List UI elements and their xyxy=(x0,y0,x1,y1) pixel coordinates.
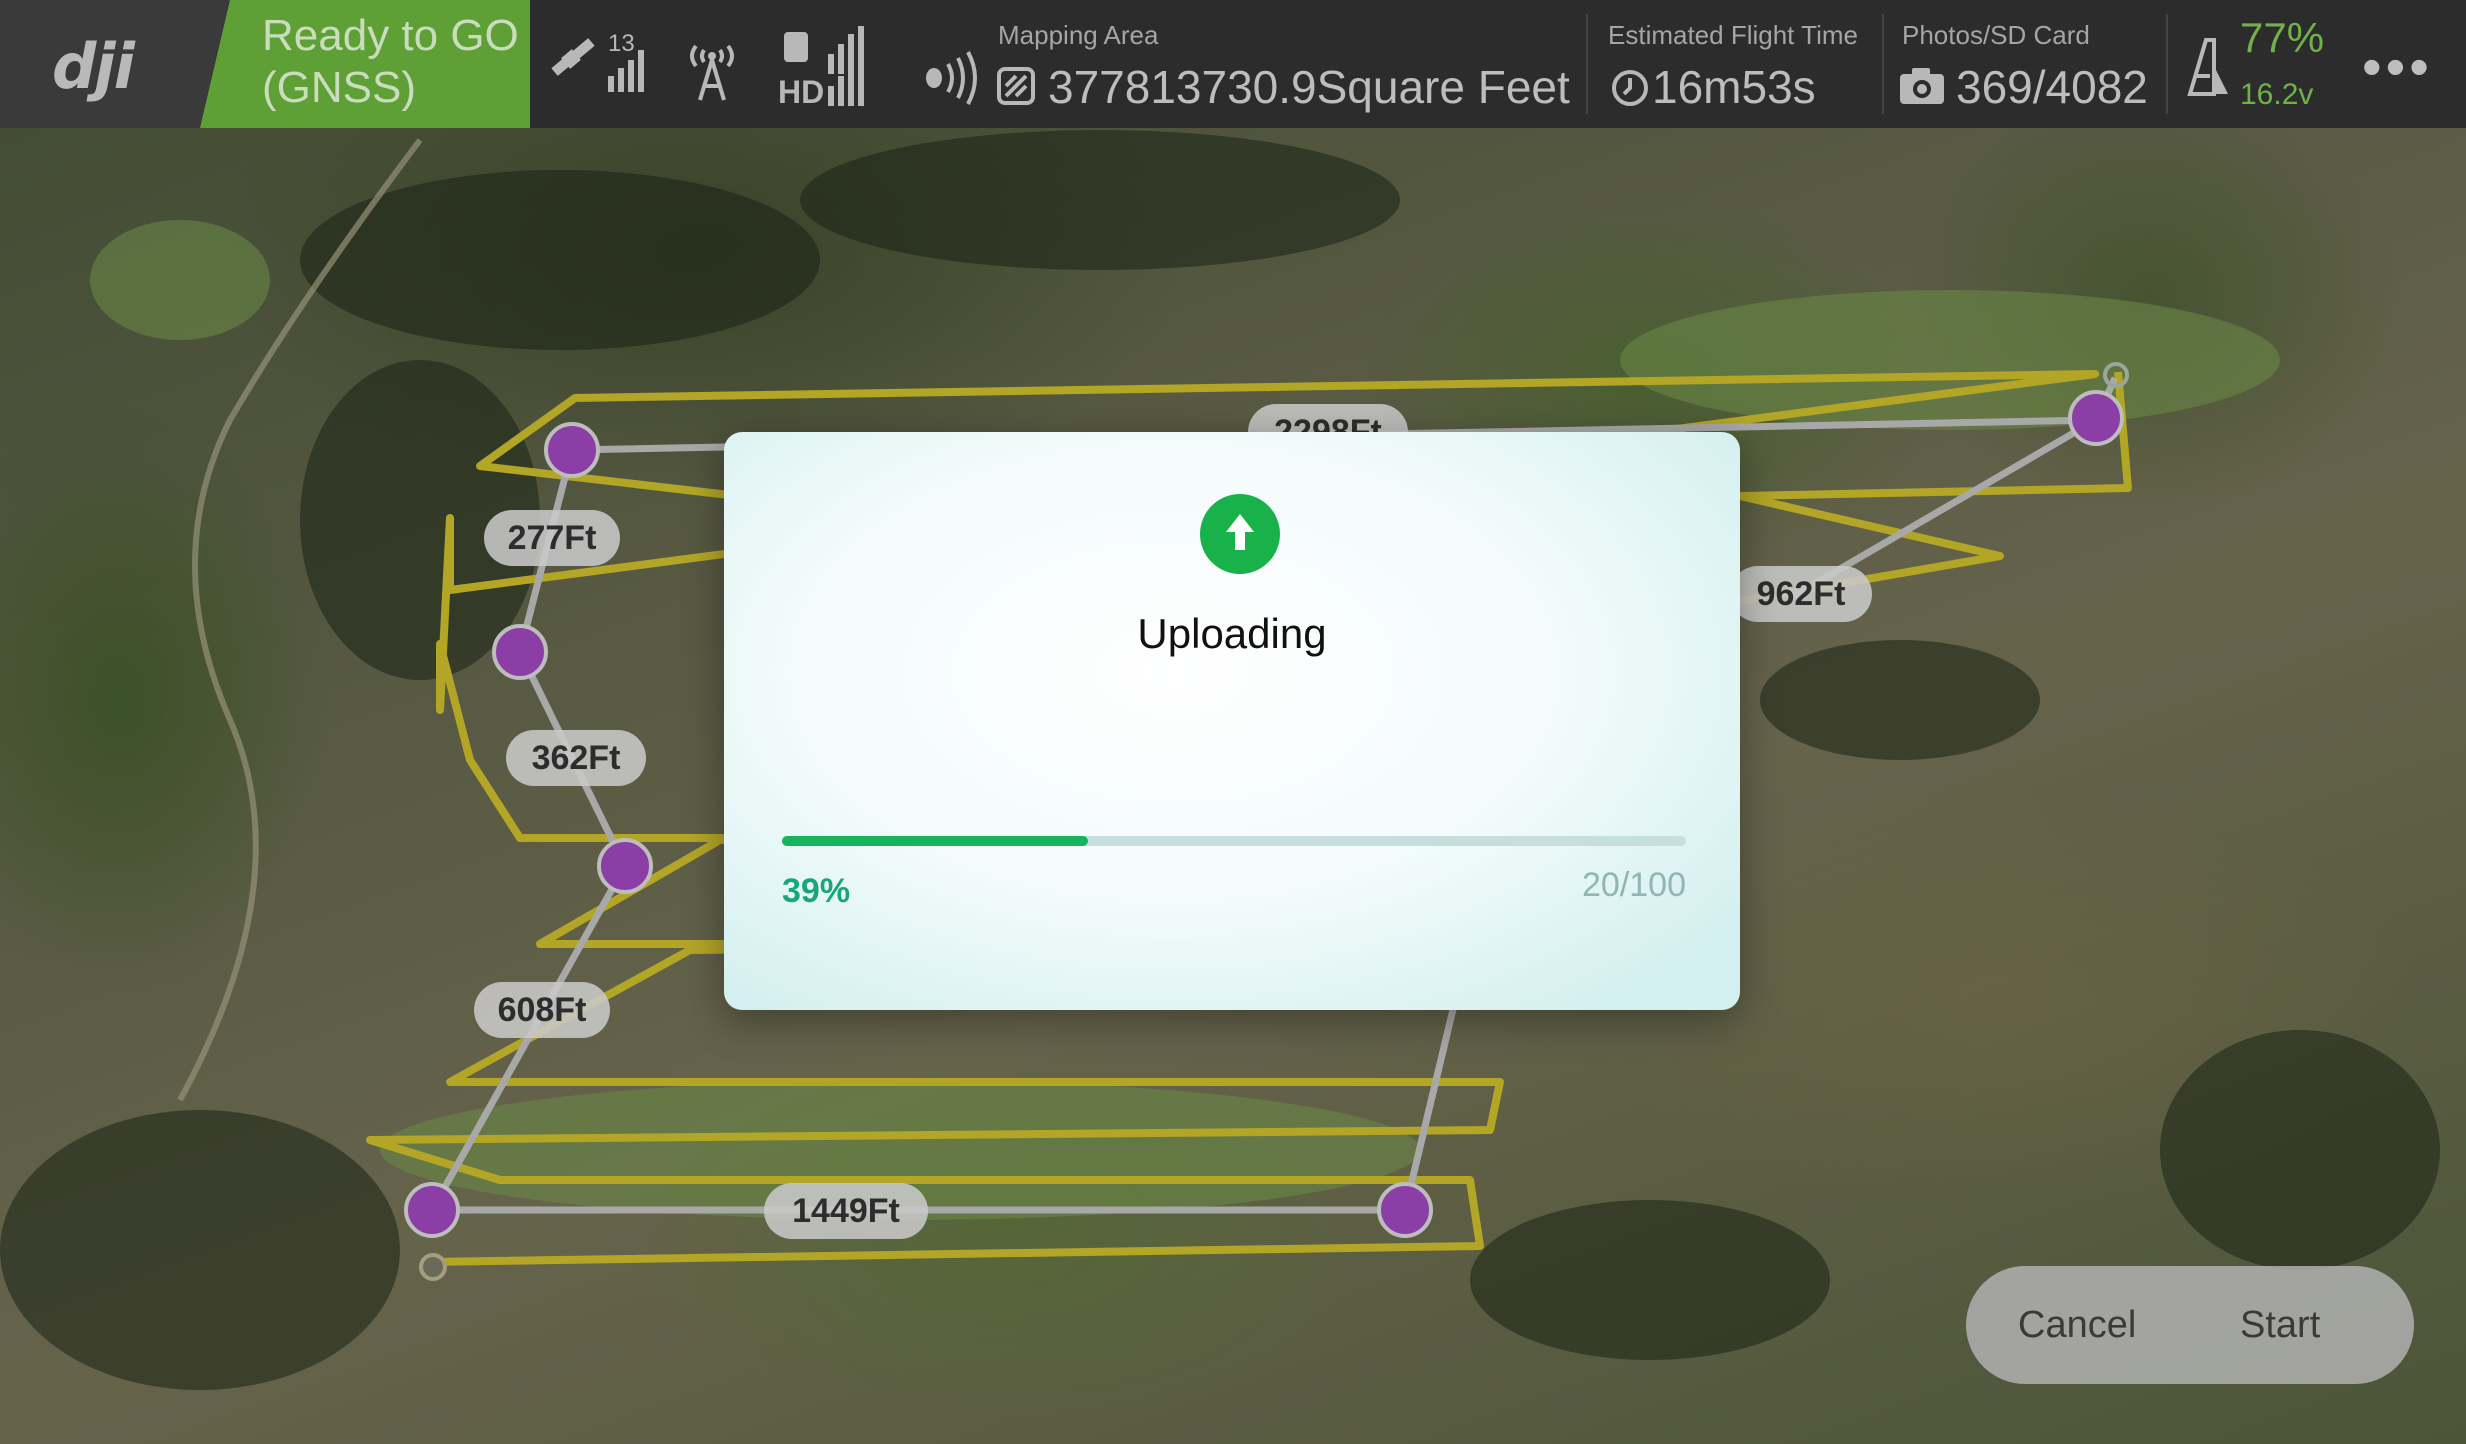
waypoint[interactable] xyxy=(2068,390,2124,446)
satellite-count: 13 xyxy=(608,30,635,57)
upload-icon xyxy=(1200,494,1280,574)
upload-dialog: Uploading 39% 20/100 xyxy=(724,432,1740,1010)
start-button[interactable]: Start xyxy=(2240,1266,2320,1384)
flight-status-line2: (GNSS) xyxy=(262,63,416,112)
photos-value: 369/4082 xyxy=(1956,61,2148,113)
waypoint-start-marker[interactable] xyxy=(2103,362,2129,388)
photos-caption: Photos/SD Card xyxy=(1902,20,2090,50)
flight-status-line1: Ready to GO xyxy=(262,11,519,60)
topbar-divider xyxy=(1882,14,1884,114)
topbar-divider xyxy=(2166,14,2168,114)
waypoint[interactable] xyxy=(492,624,548,680)
hd-label: HD xyxy=(778,74,825,110)
upload-progress-fill xyxy=(782,836,1089,846)
distance-label: 362Ft xyxy=(506,730,646,786)
mission-action-bar: Cancel Start xyxy=(1966,1266,2414,1384)
battery-voltage: 16.2v xyxy=(2240,78,2314,111)
camera-icon xyxy=(1898,66,1946,111)
cancel-button[interactable]: Cancel xyxy=(2018,1266,2136,1384)
distance-label: 1449Ft xyxy=(764,1183,928,1239)
dji-logo: dji xyxy=(52,30,135,103)
waypoint[interactable] xyxy=(597,838,653,894)
remote-signal-icon[interactable] xyxy=(686,36,738,107)
distance-label: 962Ft xyxy=(1730,566,1872,622)
upload-progress-percent: 39% xyxy=(782,872,851,910)
upload-progress-count: 20/100 xyxy=(1582,866,1686,904)
more-menu-button[interactable]: ••• xyxy=(2362,34,2433,99)
battery-percent: 77% xyxy=(2240,14,2325,61)
topbar-divider xyxy=(1586,14,1588,114)
waypoint[interactable] xyxy=(1377,1182,1433,1238)
top-status-bar: dji Ready to GO (GNSS) 13 HD Mapping Are… xyxy=(0,0,2466,128)
distance-label: 277Ft xyxy=(484,510,620,566)
flight-status-text: Ready to GO (GNSS) xyxy=(262,10,522,114)
flight-time-caption: Estimated Flight Time xyxy=(1608,20,1858,50)
clock-icon xyxy=(1610,68,1650,113)
waypoint-end-marker[interactable] xyxy=(419,1253,447,1281)
area-icon xyxy=(996,66,1036,111)
mapping-area-caption: Mapping Area xyxy=(998,20,1159,50)
flight-time-value: 16m53s xyxy=(1652,61,1816,113)
speaker-icon[interactable] xyxy=(924,50,984,111)
logo-area[interactable]: dji xyxy=(0,0,230,128)
battery-icon[interactable] xyxy=(2184,36,2232,101)
waypoint[interactable] xyxy=(544,422,600,478)
waypoint[interactable] xyxy=(404,1182,460,1238)
mapping-area-value: 377813730.9Square Feet xyxy=(1048,61,1570,113)
dialog-title: Uploading xyxy=(1137,610,1327,657)
upload-progress-bar xyxy=(782,836,1686,846)
distance-label: 608Ft xyxy=(474,982,610,1038)
